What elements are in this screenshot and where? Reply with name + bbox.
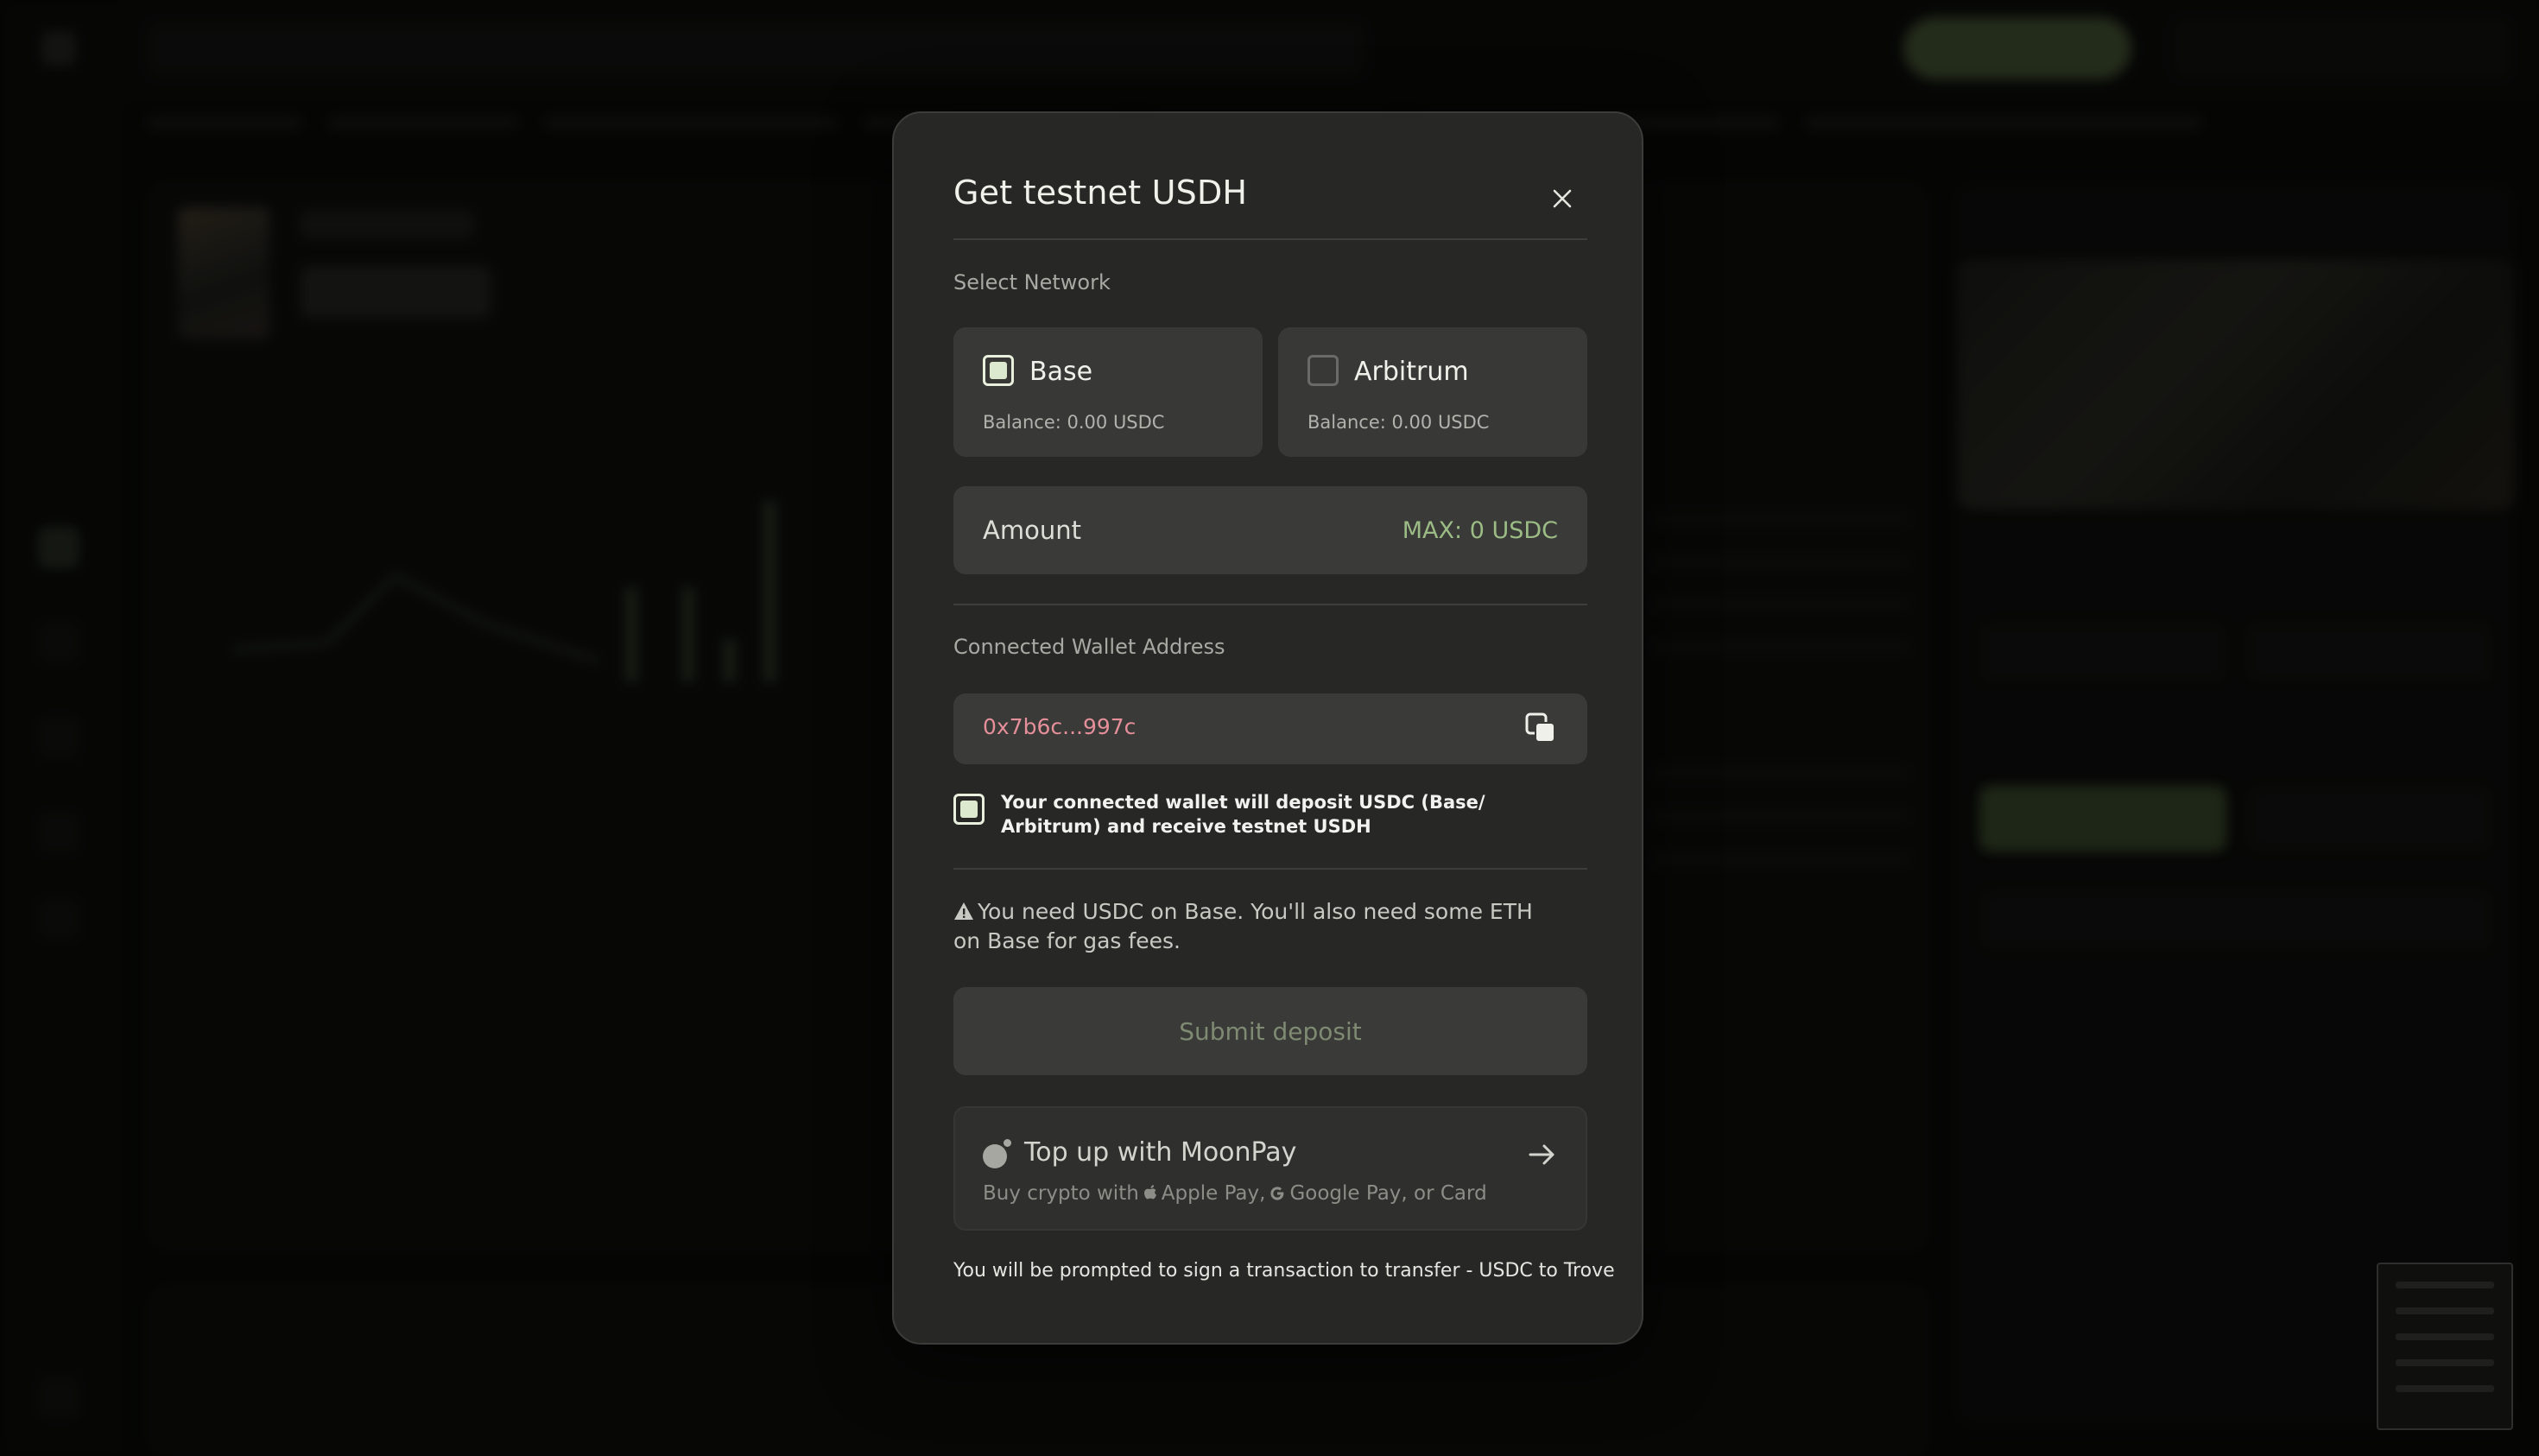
divider — [953, 604, 1587, 605]
gas-warning: You need USDC on Base. You'll also need … — [953, 897, 1558, 956]
moonpay-subtitle: Buy crypto with Apple Pay, Google Pay, or … — [983, 1182, 1487, 1205]
copy-icon[interactable] — [1523, 711, 1558, 745]
submit-deposit-button[interactable]: Submit deposit — [953, 987, 1587, 1075]
max-button[interactable]: MAX: 0 USDC — [1402, 517, 1558, 544]
divider — [953, 238, 1587, 240]
modal-title: Get testnet USDH — [953, 174, 1248, 212]
network-name: Arbitrum — [1354, 357, 1469, 387]
moonpay-topup-button[interactable]: Top up with MoonPay Buy crypto with Apple… — [953, 1106, 1587, 1231]
close-button[interactable] — [1544, 180, 1580, 217]
close-icon — [1553, 189, 1572, 208]
google-icon — [1270, 1187, 1284, 1200]
moonpay-icon — [983, 1139, 1011, 1168]
network-arbitrum-checkbox[interactable] — [1307, 355, 1339, 386]
transfer-footnote: You will be prompted to sign a transacti… — [953, 1260, 1615, 1282]
divider — [953, 868, 1587, 870]
arrow-right-icon — [1529, 1144, 1554, 1165]
network-base-checkbox[interactable] — [983, 355, 1014, 386]
network-name: Base — [1029, 357, 1093, 387]
amount-field[interactable]: MAX: 0 USDC — [953, 486, 1587, 574]
amount-input[interactable] — [983, 516, 1242, 545]
warning-icon — [954, 902, 973, 920]
google-pay-label: Google Pay, or Card — [1289, 1182, 1487, 1205]
network-option-base[interactable]: Base Balance: 0.00 USDC — [953, 327, 1263, 457]
network-balance: Balance: 0.00 USDC — [983, 412, 1165, 433]
consent-checkbox[interactable] — [953, 794, 985, 825]
network-balance: Balance: 0.00 USDC — [1307, 412, 1490, 433]
apple-icon — [1143, 1185, 1156, 1200]
wallet-address-field: 0x7b6c...997c — [953, 693, 1587, 764]
moonpay-sub-prefix: Buy crypto with — [983, 1182, 1139, 1205]
apple-pay-label: Apple Pay, — [1161, 1182, 1266, 1205]
wallet-address: 0x7b6c...997c — [983, 714, 1137, 739]
consent-text: Your connected wallet will deposit USDC … — [1001, 792, 1485, 837]
gas-warning-text: You need USDC on Base. You'll also need … — [953, 899, 1533, 953]
moonpay-title: Top up with MoonPay — [1024, 1137, 1297, 1168]
select-network-label: Select Network — [953, 270, 1111, 294]
network-option-arbitrum[interactable]: Arbitrum Balance: 0.00 USDC — [1278, 327, 1587, 457]
get-testnet-usdh-modal: Get testnet USDH Select Network Base Bal… — [892, 111, 1643, 1345]
wallet-address-label: Connected Wallet Address — [953, 635, 1225, 659]
